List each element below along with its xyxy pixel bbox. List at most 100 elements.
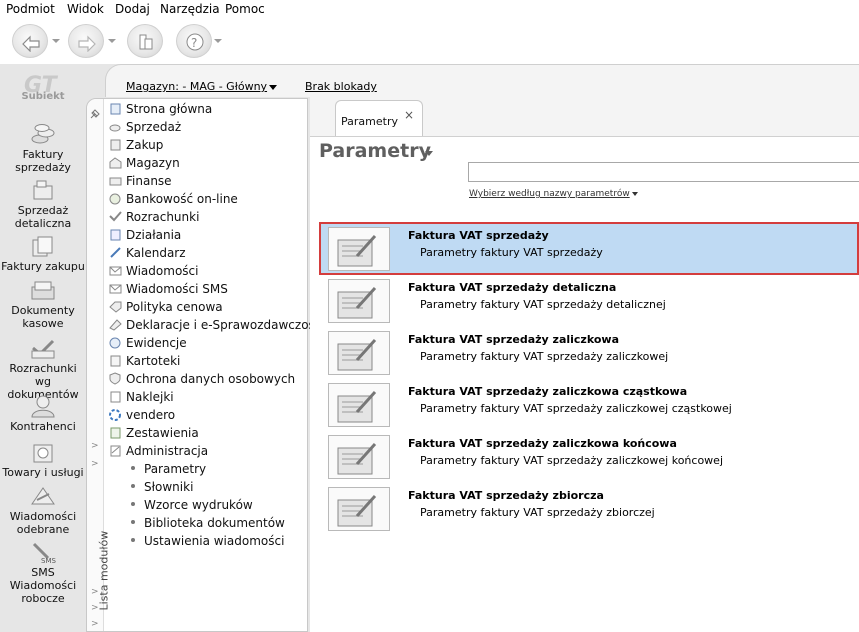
menu-narzedzia[interactable]: Narzędzia — [160, 2, 220, 16]
module-label: Faktury zakupu — [1, 260, 85, 273]
nav-item-zakup[interactable]: Zakup — [109, 137, 163, 154]
nav-item-bankowosc[interactable]: Bankowość on-line — [109, 191, 238, 208]
nav-subitem-wzorce-wydrukow[interactable]: Wzorce wydruków — [131, 497, 253, 514]
warehouse-label: Magazyn: - MAG - Główny — [126, 80, 268, 93]
content-header: Magazyn: - MAG - Główny Brak blokady — [105, 64, 859, 97]
nav-item-naklejki[interactable]: Naklejki — [109, 389, 174, 406]
forward-arrow-icon — [78, 35, 96, 52]
document-settings-icon — [328, 331, 390, 375]
nav-item-wiadomosci[interactable]: Wiadomości — [109, 263, 198, 280]
calendar-icon — [110, 247, 121, 258]
nav-item-wiadomosci-sms[interactable]: Wiadomości SMS — [109, 281, 228, 298]
warehouse-selector[interactable]: Magazyn: - MAG - Główny — [126, 80, 278, 93]
menu-widok[interactable]: Widok — [67, 2, 104, 16]
back-dropdown-icon[interactable] — [52, 39, 60, 43]
forward-button[interactable] — [68, 24, 104, 58]
nav-subitem-biblioteka[interactable]: Biblioteka dokumentów — [131, 515, 285, 532]
settlements-icon — [109, 211, 122, 222]
search-input[interactable] — [468, 162, 859, 182]
warehouse-icon — [109, 157, 122, 169]
list-item[interactable]: Faktura VAT sprzedaży zaliczkowa Paramet… — [320, 328, 859, 378]
menu-podmiot[interactable]: Podmiot — [6, 2, 55, 16]
row-description: Parametry faktury VAT sprzedaży zaliczko… — [420, 402, 732, 415]
close-icon[interactable]: × — [404, 108, 414, 122]
sms-draft-icon: SMS — [32, 542, 56, 564]
module-label: Dokumenty kasowe — [11, 304, 75, 330]
chevron-down-icon[interactable] — [425, 151, 433, 156]
nav-item-vendero[interactable]: vendero — [109, 407, 175, 424]
list-item[interactable]: Faktura VAT sprzedaży Parametry faktury … — [320, 224, 859, 274]
module-kontrahenci[interactable]: Kontrahenci — [0, 394, 86, 433]
nav-item-kalendarz[interactable]: Kalendarz — [109, 245, 186, 262]
chevron-down-icon — [631, 191, 638, 196]
nav-subitem-ustawienia-wiadomosci[interactable]: Ustawienia wiadomości — [131, 533, 284, 550]
list-item[interactable]: Faktura VAT sprzedaży zaliczkowa końcowa… — [320, 432, 859, 482]
module-dokumenty-kasowe[interactable]: Dokumenty kasowe — [0, 278, 86, 330]
row-title: Faktura VAT sprzedaży zaliczkowa końcowa — [408, 437, 677, 450]
chevron-right-icon[interactable]: > — [91, 441, 99, 451]
home-button[interactable] — [127, 24, 163, 58]
module-sprzedaz-detaliczna[interactable]: Sprzedaż detaliczna — [0, 178, 86, 230]
nav-item-rozrachunki[interactable]: Rozrachunki — [109, 209, 199, 226]
nav-item-sprzedaz[interactable]: Sprzedaż — [109, 119, 181, 136]
tab-parametry[interactable]: Parametry × — [335, 100, 423, 136]
toolbar: ? — [0, 19, 859, 64]
module-faktury-zakupu[interactable]: Faktury zakupu — [0, 234, 86, 273]
document-settings-icon — [328, 487, 390, 531]
nav-item-ochrona-danych[interactable]: Ochrona danych osobowych — [109, 371, 295, 388]
menu-dodaj[interactable]: Dodaj — [115, 2, 150, 16]
actions-icon — [110, 229, 121, 241]
list-item[interactable]: Faktura VAT sprzedaży zaliczkowa cząstko… — [320, 380, 859, 430]
nav-item-kartoteki[interactable]: Kartoteki — [109, 353, 180, 370]
help-dropdown-icon[interactable] — [214, 39, 222, 43]
nav-subitem-parametry[interactable]: Parametry — [131, 461, 206, 478]
nav-item-administracja[interactable]: Administracja — [109, 443, 208, 460]
nav-side-strip: Lista modułów > > > > > — [87, 99, 111, 631]
shield-icon — [109, 372, 121, 385]
module-sms-robocze[interactable]: SMS SMS Wiadomości robocze — [0, 540, 86, 605]
tab-label: Parametry — [341, 115, 398, 128]
module-rozrachunki[interactable]: Rozrachunki wg dokumentów — [0, 336, 86, 401]
pin-icon[interactable] — [90, 109, 100, 119]
back-button[interactable] — [12, 24, 48, 58]
nav-item-finanse[interactable]: Finanse — [109, 173, 172, 190]
price-tag-icon — [109, 301, 122, 313]
document-settings-icon — [328, 227, 390, 271]
row-description: Parametry faktury VAT sprzedaży — [420, 246, 603, 259]
list-item[interactable]: Faktura VAT sprzedaży zbiorcza Parametry… — [320, 484, 859, 534]
module-faktury-sprzedazy[interactable]: Faktury sprzedaży — [0, 122, 86, 174]
search-filter-selector[interactable]: Wybierz według nazwy parametrów — [469, 189, 638, 199]
nav-item-ewidencje[interactable]: Ewidencje — [109, 335, 187, 352]
report-icon — [110, 427, 121, 439]
row-title: Faktura VAT sprzedaży detaliczna — [408, 281, 617, 294]
cash-register-icon — [33, 180, 53, 200]
nav-item-polityka-cenowa[interactable]: Polityka cenowa — [109, 299, 223, 316]
chevron-right-icon[interactable]: > — [91, 603, 99, 613]
help-button[interactable]: ? — [176, 24, 212, 58]
module-bar: GT Subiekt Faktury sprzedaży Sprzedaż de… — [0, 64, 86, 632]
menu-pomoc[interactable]: Pomoc — [225, 2, 265, 16]
nav-subitem-slowniki[interactable]: Słowniki — [131, 479, 193, 496]
page-title[interactable]: Parametry — [319, 140, 431, 162]
nav-item-magazyn[interactable]: Magazyn — [109, 155, 180, 172]
nav-item-deklaracje[interactable]: Deklaracje i e-Sprawozdawczość — [109, 317, 321, 334]
nav-item-strona-glowna[interactable]: Strona główna — [109, 101, 212, 118]
module-label: SMS Wiadomości robocze — [9, 566, 77, 605]
row-description: Parametry faktury VAT sprzedaży zaliczko… — [420, 454, 724, 467]
chevron-right-icon[interactable]: > — [91, 459, 99, 469]
nav-item-dzialania[interactable]: Działania — [109, 227, 181, 244]
list-item[interactable]: Faktura VAT sprzedaży detaliczna Paramet… — [320, 276, 859, 326]
finance-icon — [109, 177, 122, 186]
module-towary-i-uslugi[interactable]: Towary i usługi — [0, 440, 86, 479]
nav-item-zestawienia[interactable]: Zestawienia — [109, 425, 199, 442]
row-description: Parametry faktury VAT sprzedaży detalicz… — [420, 298, 666, 311]
module-wiadomosci-odebrane[interactable]: Wiadomości odebrane — [0, 484, 86, 536]
forward-dropdown-icon[interactable] — [108, 39, 116, 43]
main-content: Parametry × Parametry Wybierz według naz… — [310, 96, 859, 632]
invoice-stack-icon — [32, 236, 53, 257]
cash-documents-icon — [31, 281, 55, 300]
chevron-right-icon[interactable]: > — [91, 587, 99, 597]
chevron-right-icon[interactable]: > — [91, 619, 99, 629]
lock-status-link[interactable]: Brak blokady — [305, 80, 377, 93]
vendero-icon — [109, 409, 121, 421]
